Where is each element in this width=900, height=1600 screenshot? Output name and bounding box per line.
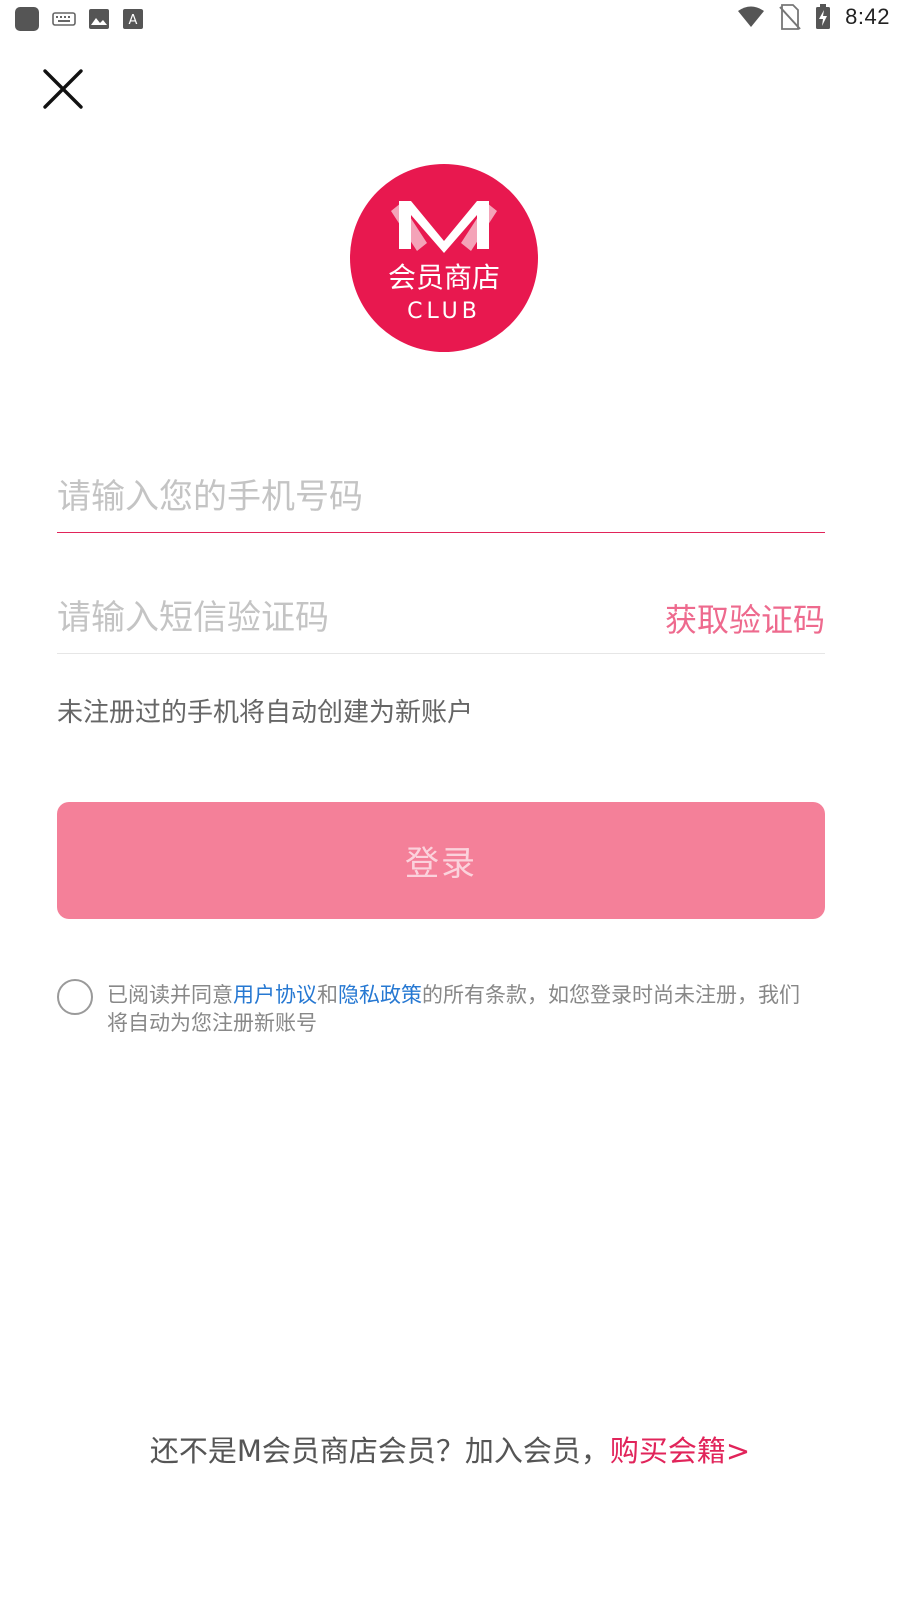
status-bar-left: A xyxy=(14,6,144,32)
sms-code-input[interactable] xyxy=(57,583,617,653)
battery-charging-icon xyxy=(816,4,831,29)
login-button[interactable]: 登录 xyxy=(57,802,825,919)
wifi-icon xyxy=(738,6,765,27)
agreement-and: 和 xyxy=(317,983,338,1007)
brand-logo: 会员商店 CLUB xyxy=(350,164,538,352)
status-bar-right: 8:42 xyxy=(737,4,890,30)
footer-text: 还不是M会员商店会员？加入会员， xyxy=(149,1434,610,1468)
svg-text:A: A xyxy=(129,13,138,28)
membership-footer: 还不是M会员商店会员？加入会员，购买会籍> xyxy=(0,1428,900,1470)
phone-input[interactable] xyxy=(57,462,825,532)
phone-field xyxy=(57,462,825,533)
buy-membership-link[interactable]: 购买会籍> xyxy=(610,1434,750,1468)
status-bar: A 8:42 xyxy=(0,0,900,36)
image-icon xyxy=(89,9,109,29)
status-time: 8:42 xyxy=(845,4,890,29)
close-icon xyxy=(43,69,83,109)
app-square-icon xyxy=(15,7,39,31)
sms-code-field: 获取验证码 xyxy=(57,583,825,654)
get-code-button[interactable]: 获取验证码 xyxy=(665,595,825,641)
font-a-icon: A xyxy=(123,9,143,29)
keyboard-icon xyxy=(52,12,76,26)
agreement-checkbox[interactable] xyxy=(57,979,93,1015)
logo-text-club: CLUB xyxy=(407,299,481,324)
logo-text-cn: 会员商店 xyxy=(388,261,500,294)
agreement-prefix: 已阅读并同意 xyxy=(107,983,233,1007)
no-sim-icon xyxy=(779,4,801,30)
user-agreement-link[interactable]: 用户协议 xyxy=(233,983,317,1007)
agreement-text: 已阅读并同意用户协议和隐私政策的所有条款，如您登录时尚未注册，我们将自动为您注册… xyxy=(107,981,807,1037)
auto-register-hint: 未注册过的手机将自动创建为新账户 xyxy=(57,698,474,728)
privacy-policy-link[interactable]: 隐私政策 xyxy=(338,983,422,1007)
close-button[interactable] xyxy=(40,66,86,112)
